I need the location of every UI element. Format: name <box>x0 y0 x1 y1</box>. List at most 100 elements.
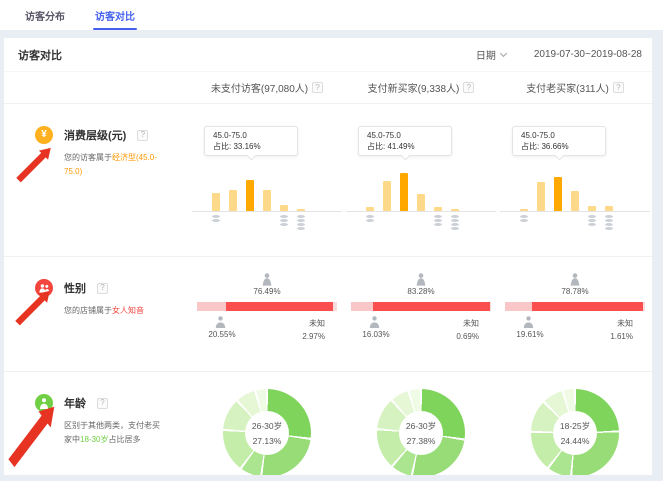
tooltip-label: 占比: <box>521 142 539 151</box>
donut-top-age-group: 26-30岁 <box>252 420 282 432</box>
age-chart-new-buyers: 26-30岁 27.38% <box>344 372 498 475</box>
bar[interactable] <box>263 190 271 211</box>
donut-top-percentage: 27.38% <box>407 436 436 446</box>
date-dropdown-label: 日期 <box>476 47 496 62</box>
chart-axis <box>500 211 650 212</box>
row-age: 年龄 ? 区别于其他两类，支付老买家中18-30岁占比居多 26-30岁 27.… <box>4 371 652 475</box>
coin-stack-icon <box>366 215 374 222</box>
consumption-chart-unpaid: 45.0-75.0 占比: 33.16% <box>190 104 344 256</box>
unknown-segment[interactable] <box>643 302 645 311</box>
donut-center: 26-30岁 27.13% <box>245 411 289 455</box>
bar[interactable] <box>212 193 220 211</box>
bar[interactable] <box>229 190 237 211</box>
yuan-icon: ¥ <box>35 126 53 144</box>
female-segment[interactable] <box>532 302 642 311</box>
age-donut-chart[interactable]: 18-25岁 24.44% <box>531 389 619 475</box>
unknown-block: 未知 0.69% <box>456 317 479 343</box>
bar-highlighted[interactable] <box>246 180 254 211</box>
chevron-down-icon <box>500 49 507 56</box>
gender-ratio-bar[interactable] <box>351 302 491 311</box>
chart-tooltip: 45.0-75.0 占比: 36.66% <box>512 126 606 156</box>
unknown-label: 未知 <box>610 317 633 330</box>
date-dropdown[interactable]: 日期 <box>476 47 506 62</box>
column-headers: 未支付访客(97,080人) ? 支付新买家(9,338人) ? 支付老买家(3… <box>4 72 652 104</box>
tooltip-value: 36.66% <box>541 142 568 151</box>
donut-top-age-group: 26-30岁 <box>406 420 436 432</box>
coin-stack-icon <box>520 215 528 222</box>
tab-visitor-comparison[interactable]: 访客对比 <box>95 0 135 30</box>
card-header: 访客对比 日期 2019-07-30~2019-08-28 <box>4 38 652 72</box>
bar-highlighted[interactable] <box>554 177 562 211</box>
bar[interactable] <box>417 194 425 211</box>
tooltip-value: 41.49% <box>387 142 414 151</box>
consumption-chart-new-buyers: 45.0-75.0 占比: 41.49% <box>344 104 498 256</box>
age-chart-unpaid: 26-30岁 27.13% <box>190 372 344 475</box>
consumption-bar-chart[interactable] <box>212 173 305 211</box>
date-range-picker[interactable]: 2019-07-30~2019-08-28 <box>534 49 642 60</box>
tooltip-label: 占比: <box>213 142 231 151</box>
gender-chart-returning-buyers: 78.78% 19.61% 未知 1.61% <box>498 257 652 371</box>
column-title: 未支付访客(97,080人) <box>211 80 308 95</box>
gender-chart-unpaid: 76.49% 20.55% 未知 2.97% <box>190 257 344 371</box>
row-title: 消费层级(元) <box>64 127 126 143</box>
coin-stack-icon <box>451 215 459 230</box>
tooltip-value: 33.16% <box>233 142 260 151</box>
age-donut-chart[interactable]: 26-30岁 27.38% <box>377 389 465 475</box>
help-icon[interactable]: ? <box>97 283 108 294</box>
consumption-bar-chart[interactable] <box>520 173 613 211</box>
male-segment[interactable] <box>197 302 226 311</box>
desc-highlight: 女人知音 <box>112 306 144 315</box>
help-icon[interactable]: ? <box>137 130 148 141</box>
coin-stack-icon <box>212 215 220 222</box>
female-percentage: 78.78% <box>505 287 645 296</box>
row-gender: 性别 ? 您的店铺属于女人知音 76.49% <box>4 256 652 371</box>
chart-axis <box>192 211 342 212</box>
male-segment[interactable] <box>351 302 373 311</box>
bar-highlighted[interactable] <box>400 173 408 211</box>
people-icon <box>35 279 53 297</box>
gender-ratio-bar[interactable] <box>197 302 337 311</box>
unknown-segment[interactable] <box>490 302 491 311</box>
tooltip-range: 45.0-75.0 <box>367 130 443 141</box>
unknown-percentage: 1.61% <box>610 330 633 343</box>
donut-center: 26-30岁 27.38% <box>399 411 443 455</box>
row-consumption-level: ¥ 消费层级(元) ? 您的访客属于经济型(45.0-75.0) 45.0-75… <box>4 104 652 256</box>
gender-row-label: 性别 ? 您的店铺属于女人知音 <box>4 257 190 371</box>
consumption-bar-chart[interactable] <box>366 173 459 211</box>
donut-top-age-group: 18-25岁 <box>560 420 590 432</box>
bar[interactable] <box>571 191 579 211</box>
male-segment[interactable] <box>505 302 532 311</box>
active-tab-underline <box>93 28 137 30</box>
chart-axis <box>346 211 496 212</box>
tab-label: 访客分布 <box>25 8 65 23</box>
bar[interactable] <box>537 182 545 211</box>
male-percentage: 16.03% <box>353 330 399 339</box>
bar[interactable] <box>383 181 391 211</box>
help-icon[interactable]: ? <box>312 82 323 93</box>
help-icon[interactable]: ? <box>97 398 108 409</box>
age-row-label: 年龄 ? 区别于其他两类，支付老买家中18-30岁占比居多 <box>4 372 190 475</box>
row-title: 性别 <box>64 280 86 296</box>
top-tabbar: 访客分布 访客对比 <box>0 0 663 30</box>
female-segment[interactable] <box>226 302 333 311</box>
page-title: 访客对比 <box>18 47 62 63</box>
coin-stack-icon <box>280 215 288 226</box>
gender-chart-new-buyers: 83.28% 16.03% 未知 0.69% <box>344 257 498 371</box>
unknown-block: 未知 1.61% <box>610 317 633 343</box>
tooltip-range: 45.0-75.0 <box>213 130 289 141</box>
help-icon[interactable]: ? <box>463 82 474 93</box>
unknown-segment[interactable] <box>333 302 337 311</box>
donut-top-percentage: 24.44% <box>561 436 590 446</box>
gender-ratio-bar[interactable] <box>505 302 645 311</box>
row-description: 您的访客属于经济型(45.0-75.0) <box>64 151 163 179</box>
visitor-comparison-card: 访客对比 日期 2019-07-30~2019-08-28 未支付访客(97,0… <box>4 38 652 475</box>
tab-visitor-distribution[interactable]: 访客分布 <box>25 0 65 30</box>
consumption-row-label: ¥ 消费层级(元) ? 您的访客属于经济型(45.0-75.0) <box>4 104 190 256</box>
help-icon[interactable]: ? <box>613 82 624 93</box>
tab-label: 访客对比 <box>95 8 135 23</box>
column-header-new-buyers: 支付新买家(9,338人) ? <box>344 80 498 95</box>
female-segment[interactable] <box>373 302 490 311</box>
column-title: 支付老买家(311人) <box>526 80 609 95</box>
age-donut-chart[interactable]: 26-30岁 27.13% <box>223 389 311 475</box>
male-percentage: 20.55% <box>199 330 245 339</box>
